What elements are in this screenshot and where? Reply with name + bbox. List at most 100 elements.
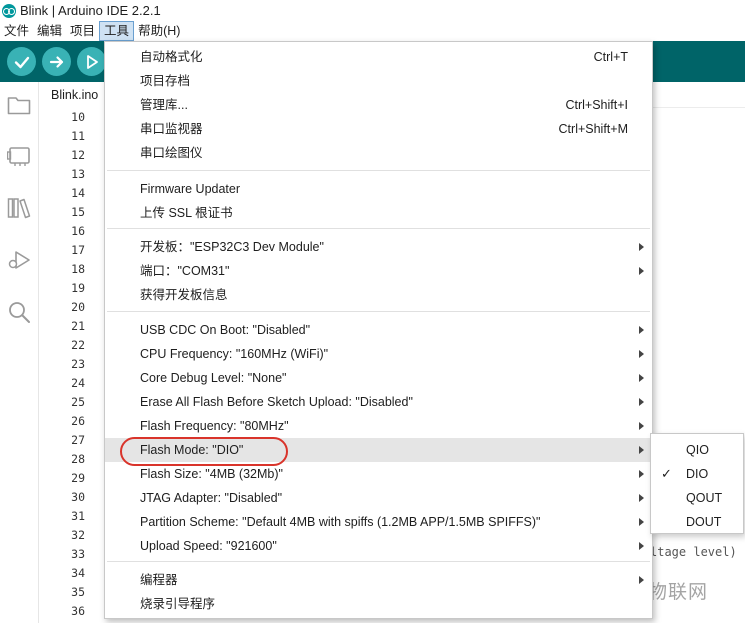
menu-item-label: 上传 SSL 根证书 [140,206,233,220]
menu-separator [107,228,650,229]
verify-button[interactable] [7,47,36,76]
menu-separator [107,561,650,562]
line-number: 35 [71,585,85,599]
menu-item-label: 管理库... [140,98,188,112]
folder-icon[interactable] [6,92,32,118]
menu-item[interactable]: 上传 SSL 根证书 [105,201,652,225]
menu-item[interactable]: CPU Frequency: "160MHz (WiFi)" [105,342,652,366]
menu-item[interactable]: 自动格式化 Ctrl+T [105,45,652,69]
menu-item[interactable]: 烧录引导程序 [105,592,652,616]
menu-item-label: Core Debug Level: "None" [140,371,287,385]
menu-item-label: 串口绘图仪 [140,146,203,160]
menu-help[interactable]: 帮助(H) [134,21,184,41]
menu-item-label: Partition Scheme: "Default 4MB with spif… [140,515,541,529]
menu-edit[interactable]: 编辑 [33,21,66,41]
menu-item[interactable]: JTAG Adapter: "Disabled" [105,486,652,510]
menu-item-label: Flash Size: "4MB (32Mb)" [140,467,283,481]
line-number: 15 [71,205,85,219]
line-number: 34 [71,566,85,580]
line-number: 31 [71,509,85,523]
window-title: Blink | Arduino IDE 2.2.1 [20,3,161,18]
flash-mode-option-dout[interactable]: DOUT [651,510,743,534]
tools-menu: 烧录引导程序 编程器 Upload Speed: "921600" Partition… [104,41,653,619]
line-number: 11 [71,129,85,143]
menu-item[interactable]: 串口绘图仪 [105,141,652,165]
line-number: 24 [71,376,85,390]
menu-item-label: Flash Frequency: "80MHz" [140,419,289,433]
line-number: 36 [71,604,85,618]
line-number: 21 [71,319,85,333]
flash-mode-option-qio[interactable]: QIO [651,438,743,462]
arrow-right-icon [49,55,63,68]
menu-item-label: Firmware Updater [140,182,241,196]
menu-separator [107,170,650,171]
menu-item-label: 开发板："ESP32C3 Dev Module" [140,240,324,254]
submenu-arrow-icon [639,374,644,382]
shortcut-label: Ctrl+Shift+I [565,98,628,112]
highlight-annotation [120,437,288,466]
tab-blink-ino[interactable]: Blink.ino [39,82,111,108]
line-number: 29 [71,471,85,485]
line-number: 23 [71,357,85,371]
menu-item-label: 编程器 [140,573,178,587]
menu-bar: 文件 编辑 项目 工具 帮助(H) [0,21,745,41]
menu-item[interactable]: Erase All Flash Before Sketch Upload: "D… [105,390,652,414]
menu-item[interactable]: 开发板："ESP32C3 Dev Module" [105,235,652,259]
library-manager-icon[interactable] [6,195,32,221]
shortcut-label: Ctrl+T [593,50,628,64]
option-label: QOUT [686,491,723,505]
submenu-arrow-icon [639,267,644,275]
line-number: 13 [71,167,85,181]
menu-item[interactable]: Firmware Updater [105,177,652,201]
flash-mode-option-dio[interactable]: ✓ DIO [651,462,743,486]
menu-item[interactable]: 编程器 [105,568,652,592]
line-number: 30 [71,490,85,504]
title-bar: Blink | Arduino IDE 2.2.1 [0,0,745,21]
menu-item-label: 自动格式化 [140,50,203,64]
line-number: 32 [71,528,85,542]
line-number: 33 [71,547,85,561]
flash-mode-submenu: QIO ✓ DIO QOUT DOUT [650,433,744,534]
submenu-arrow-icon [639,326,644,334]
menu-item-label: 获得开发板信息 [140,288,228,302]
submenu-arrow-icon [639,518,644,526]
line-number: 22 [71,338,85,352]
line-number: 25 [71,395,85,409]
submenu-arrow-icon [639,243,644,251]
menu-item[interactable]: Core Debug Level: "None" [105,366,652,390]
search-icon[interactable] [6,299,32,325]
line-number: 27 [71,433,85,447]
menu-tools[interactable]: 工具 [99,21,135,41]
submenu-arrow-icon [639,470,644,478]
menu-item-label: Erase All Flash Before Sketch Upload: "D… [140,395,413,409]
option-label: DOUT [686,515,722,529]
option-label: QIO [686,443,709,457]
menu-file[interactable]: 文件 [0,21,33,41]
debug-icon [86,54,98,69]
menu-item[interactable]: 端口："COM31" [105,259,652,283]
board-manager-icon[interactable] [6,143,32,169]
menu-item[interactable]: Partition Scheme: "Default 4MB with spif… [105,510,652,534]
menu-item-label: Upload Speed: "921600" [140,539,277,553]
submenu-arrow-icon [639,576,644,584]
checkmark-icon: ✓ [661,466,672,481]
upload-button[interactable] [42,47,71,76]
line-number: 28 [71,452,85,466]
menu-sketch[interactable]: 项目 [66,21,99,41]
arduino-logo-icon [2,3,16,18]
menu-item[interactable]: Upload Speed: "921600" [105,534,652,558]
debug-button[interactable] [77,47,106,76]
line-number: 12 [71,148,85,162]
menu-item[interactable]: Flash Frequency: "80MHz" [105,414,652,438]
menu-separator [107,311,650,312]
menu-item[interactable]: 项目存档 [105,69,652,93]
flash-mode-option-qout[interactable]: QOUT [651,486,743,510]
menu-item[interactable]: USB CDC On Boot: "Disabled" [105,318,652,342]
menu-item[interactable]: 管理库... Ctrl+Shift+I [105,93,652,117]
menu-item-label: 端口："COM31" [140,264,230,278]
menu-item[interactable]: 串口监视器 Ctrl+Shift+M [105,117,652,141]
menu-item[interactable]: 获得开发板信息 [105,283,652,307]
line-number: 14 [71,186,85,200]
debug-sidebar-icon[interactable] [6,247,32,273]
submenu-arrow-icon [639,398,644,406]
